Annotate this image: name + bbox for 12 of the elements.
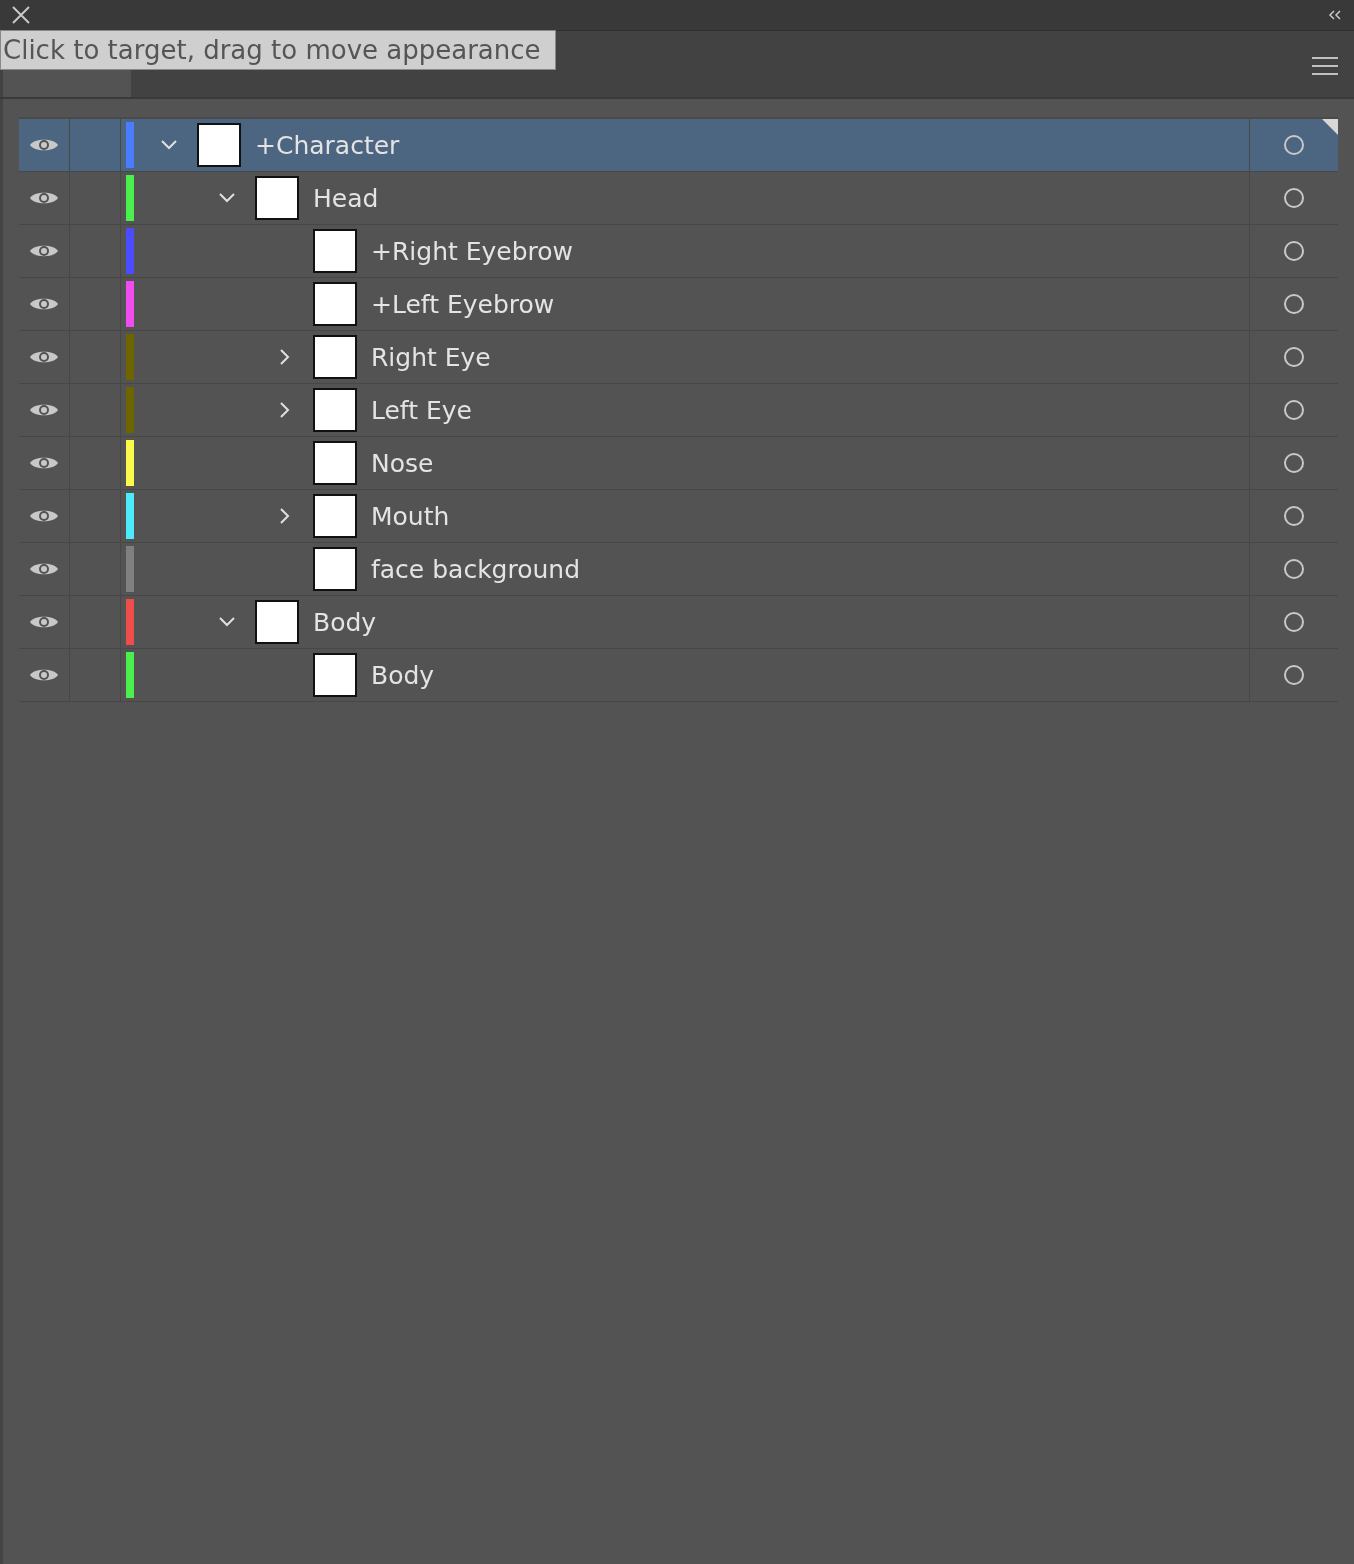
layer-name: +Right Eyebrow xyxy=(371,236,574,266)
layer-name: Mouth xyxy=(371,501,450,531)
layer-name: Nose xyxy=(371,448,434,478)
layer-name: Left Eye xyxy=(371,395,472,425)
layer-name: Head xyxy=(313,183,379,213)
layer-name: Body xyxy=(313,607,377,637)
layer-name: Right Eye xyxy=(371,342,491,372)
layer-name: +Character xyxy=(255,130,400,160)
layer-name: +Left Eyebrow xyxy=(371,289,555,319)
layer-name: Body xyxy=(371,660,435,690)
layer-name: face background xyxy=(371,554,581,584)
tooltip: Click to target, drag to move appearance xyxy=(0,30,556,70)
